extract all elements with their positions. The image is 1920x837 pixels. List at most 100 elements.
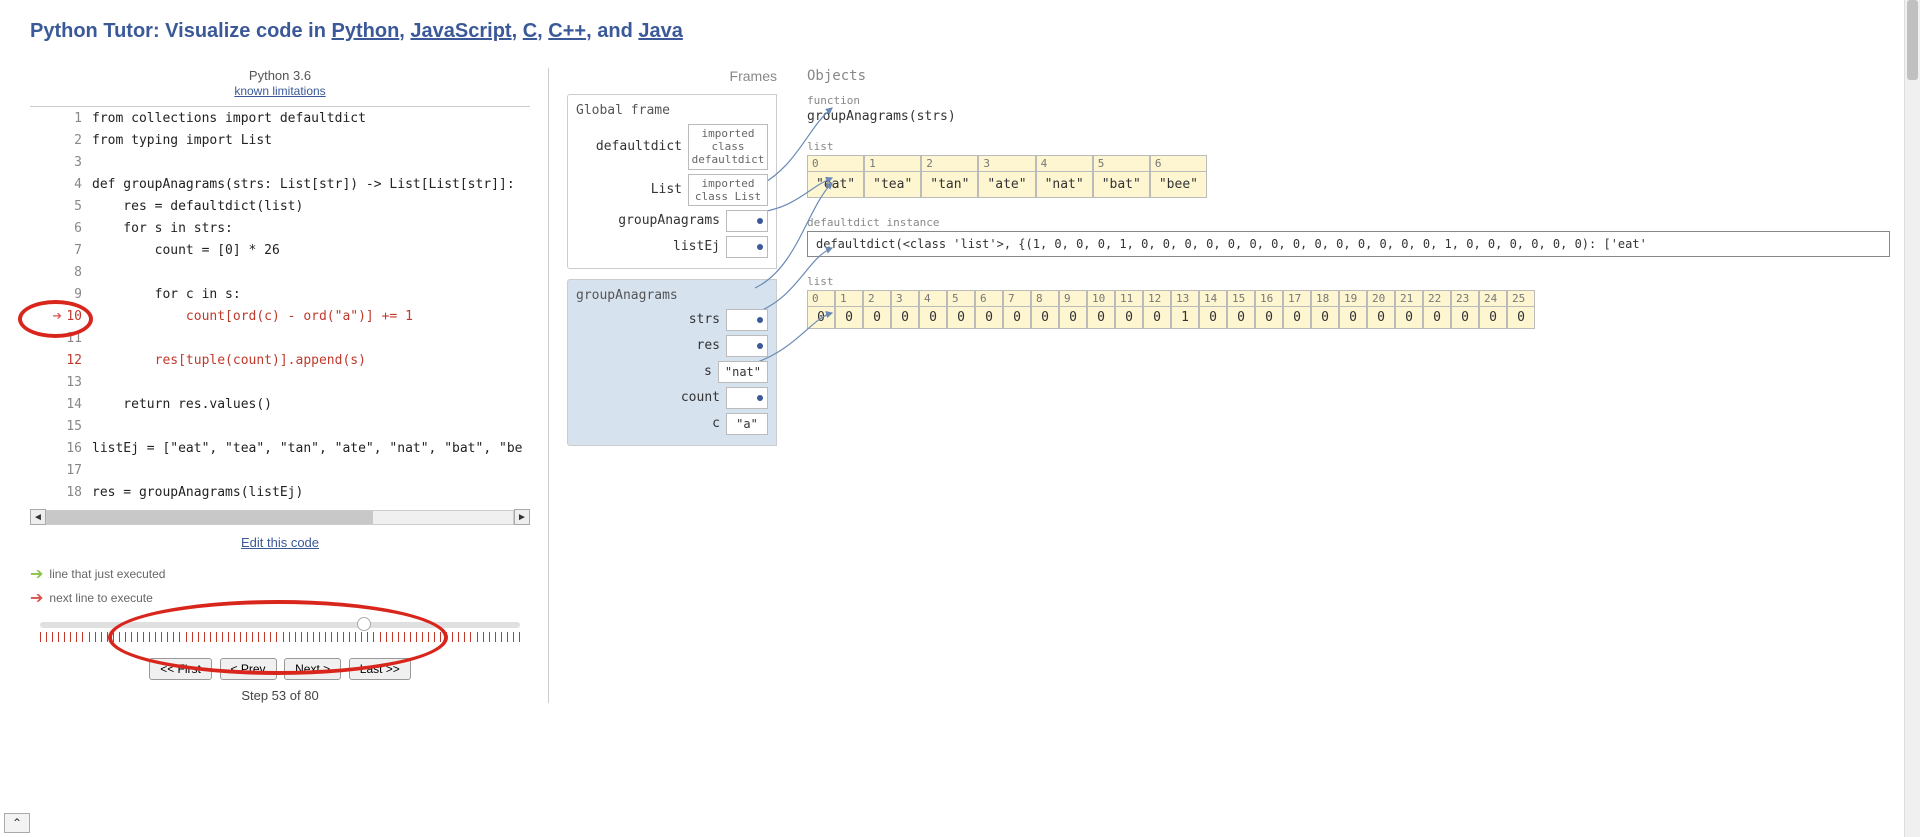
title-prefix: Python Tutor: Visualize code in [30,20,332,42]
var-row: strs [568,307,776,333]
line-number: 11 [66,331,92,346]
list-cell: 80 [1031,290,1059,329]
var-value: "nat" [718,361,768,383]
first-button[interactable]: << First [149,658,212,680]
last-button[interactable]: Last >> [349,658,411,680]
code-line: 6 for s in strs: [30,217,530,239]
code-line: 17 [30,459,530,481]
line-number: 9 [66,287,92,302]
call-frame: groupAnagrams strsress"nat"countc"a" [567,279,777,446]
list-cell: 210 [1395,290,1423,329]
code-text: res = groupAnagrams(listEj) [92,485,303,500]
code-line: 14 return res.values() [30,393,530,415]
code-line: 1from collections import defaultdict [30,107,530,129]
list-cell: 250 [1507,290,1535,329]
line-number: 8 [66,265,92,280]
slider-thumb[interactable] [357,617,371,631]
frame-title: Global frame [568,99,776,122]
var-name: res [576,338,720,353]
list-cell: 131 [1171,290,1199,329]
defaultdict-repr: defaultdict(<class 'list'>, {(1, 0, 0, 0… [807,231,1890,257]
code-text: return res.values() [92,397,272,412]
code-line: 9 for c in s: [30,283,530,305]
code-line: 13 [30,371,530,393]
code-text: for c in s: [92,287,241,302]
lang-link-cpp[interactable]: C++ [548,20,586,42]
arrow-next-icon: ➔ [30,588,43,608]
list-cell: 60 [975,290,1003,329]
code-text: res[tuple(count)].append(s) [92,353,366,368]
var-row: res [568,333,776,359]
step-label: Step 53 of 80 [30,688,530,703]
code-text: for s in strs: [92,221,233,236]
var-name: count [576,390,720,405]
list-cell: 150 [1227,290,1255,329]
code-line: 5 res = defaultdict(list) [30,195,530,217]
known-limitations-link[interactable]: known limitations [234,84,325,98]
code-line: 3 [30,151,530,173]
line-number: 15 [66,419,92,434]
scroll-right-icon[interactable]: ► [514,509,530,525]
edit-code-link[interactable]: Edit this code [241,535,319,550]
slider-ticks [40,632,520,646]
list-object-count: 0010203040506070809010011012013114015016… [807,290,1890,329]
code-line: 2from typing import List [30,129,530,151]
lang-link-python[interactable]: Python [332,20,400,42]
list-cell: 2"tan" [921,155,978,198]
var-name: List [576,182,682,197]
code-text: count[ord(c) - ord("a")] += 1 [92,309,413,324]
var-name: c [576,416,720,431]
list-cell: 190 [1339,290,1367,329]
list-cell: 140 [1199,290,1227,329]
list-cell: 160 [1255,290,1283,329]
list-cell: 50 [947,290,975,329]
list-cell: 170 [1283,290,1311,329]
list-cell: 0"eat" [807,155,864,198]
line-number: 18 [66,485,92,500]
line-number: 5 [66,199,92,214]
legend-executed: line that just executed [49,567,165,581]
code-line: 15 [30,415,530,437]
var-name: listEj [576,239,720,254]
code-text: res = defaultdict(list) [92,199,303,214]
scroll-left-icon[interactable]: ◄ [30,509,46,525]
var-value: imported class defaultdict [688,124,768,170]
list-cell: 20 [863,290,891,329]
code-text: listEj = ["eat", "tea", "tan", "ate", "n… [92,441,522,456]
list-cell: 240 [1479,290,1507,329]
line-number: 10 [66,309,92,324]
vertical-scrollbar[interactable] [1904,0,1920,837]
code-line: 18res = groupAnagrams(listEj) [30,481,530,503]
var-name: groupAnagrams [576,213,720,228]
var-name: strs [576,312,720,327]
code-hscroll[interactable]: ◄ ► [30,509,530,525]
prev-button[interactable]: < Prev [220,658,277,680]
next-button[interactable]: Next > [284,658,341,680]
sep: , and [586,20,638,42]
list-cell: 40 [919,290,947,329]
list-cell: 70 [1003,290,1031,329]
line-number: 7 [66,243,92,258]
code-line: 8 [30,261,530,283]
line-number: 17 [66,463,92,478]
code-line: 11 [30,327,530,349]
var-row: groupAnagrams [568,208,776,234]
list-cell: 100 [1087,290,1115,329]
step-slider[interactable] [40,622,520,628]
list-cell: 120 [1143,290,1171,329]
list-cell: 3"ate" [978,155,1035,198]
list-cell: 4"nat" [1036,155,1093,198]
obj-label: function [807,94,1890,107]
sep: , [399,20,410,42]
lang-link-java[interactable]: Java [638,20,683,42]
line-number: 6 [66,221,92,236]
code-line: 4def groupAnagrams(strs: List[str]) -> L… [30,173,530,195]
code-line: 7 count = [0] * 26 [30,239,530,261]
lang-link-javascript[interactable]: JavaScript [410,20,511,42]
list-cell: 5"bat" [1093,155,1150,198]
var-value [726,236,768,258]
function-signature: groupAnagrams(strs) [807,109,1890,124]
list-cell: 30 [891,290,919,329]
expand-button[interactable]: ⌃ [4,813,30,833]
lang-link-c[interactable]: C [523,20,537,42]
